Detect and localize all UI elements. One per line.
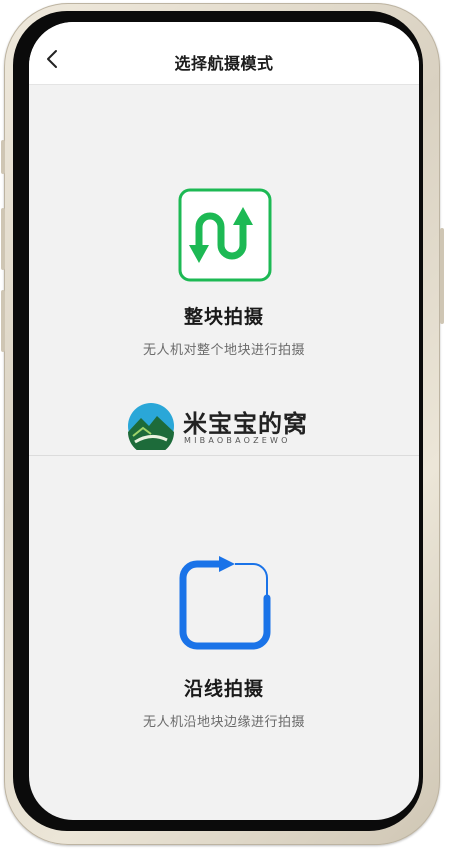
- option-title: 整块拍摄: [183, 306, 264, 328]
- volume-up-button: [1, 208, 5, 270]
- watermark-name: 米宝宝的窝: [183, 409, 308, 438]
- page-title: 选择航摄模式: [174, 54, 274, 73]
- loop-arrow-square-icon: [179, 556, 271, 650]
- option-description: 无人机沿地块边缘进行拍摄: [142, 715, 305, 730]
- zigzag-arrows-icon: [178, 188, 272, 282]
- option-title: 沿线拍摄: [183, 678, 264, 700]
- option-line-shooting[interactable]: 沿线拍摄 无人机沿地块边缘进行拍摄: [29, 456, 419, 820]
- watermark-subtitle: MIBAOBAOZEWO: [184, 436, 291, 445]
- power-button: [440, 228, 444, 324]
- option-description: 无人机对整个地块进行拍摄: [142, 343, 305, 358]
- navigation-bar: 选择航摄模式: [29, 22, 419, 85]
- mountain-logo-icon: [128, 403, 174, 450]
- app-screen: 选择航摄模式 整块拍摄 无人机对整个地块进行拍摄 米宝宝的窝 MIBAOBAOZ…: [29, 22, 419, 820]
- watermark: 米宝宝的窝 MIBAOBAOZEWO: [127, 402, 327, 450]
- option-block-shooting[interactable]: 整块拍摄 无人机对整个地块进行拍摄: [29, 85, 419, 455]
- silent-switch: [1, 140, 5, 174]
- volume-down-button: [1, 290, 5, 352]
